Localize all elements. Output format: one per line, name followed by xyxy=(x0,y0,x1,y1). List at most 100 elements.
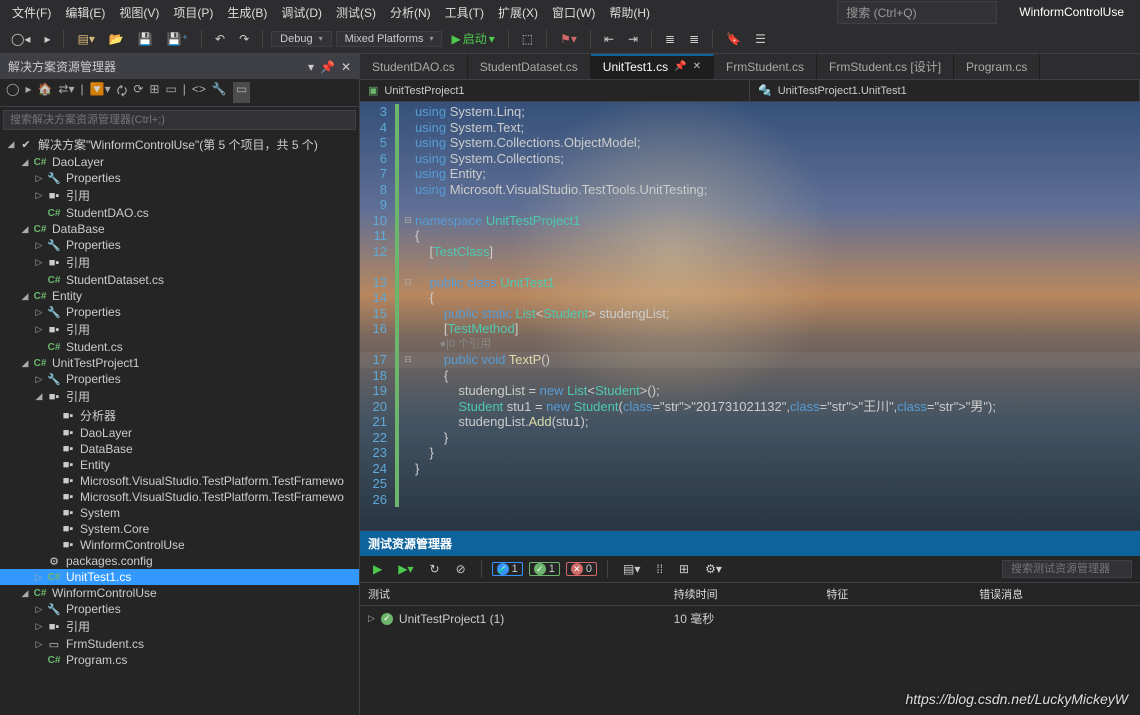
code-line[interactable]: 8using Microsoft.VisualStudio.TestTools.… xyxy=(360,182,1140,198)
tree-node[interactable]: ■▪Microsoft.VisualStudio.TestPlatform.Te… xyxy=(0,489,359,505)
tree-node[interactable]: ◢C#UnitTestProject1 xyxy=(0,355,359,371)
tree-node[interactable]: ⚙packages.config xyxy=(0,553,359,569)
code-line[interactable]: 9 xyxy=(360,197,1140,213)
fwd-icon[interactable]: ▸ xyxy=(25,82,31,103)
collapse-icon[interactable]: ⊞ xyxy=(149,82,159,103)
failed-tests-badge[interactable]: ✕0 xyxy=(566,562,597,576)
editor-tab[interactable]: StudentDAO.cs xyxy=(360,54,468,79)
code-line[interactable]: 12 [TestClass] xyxy=(360,244,1140,260)
tree-node[interactable]: ■▪Microsoft.VisualStudio.TestPlatform.Te… xyxy=(0,473,359,489)
tree-node[interactable]: ▷■▪引用 xyxy=(0,617,359,636)
repeat-tests-button[interactable]: ↻ xyxy=(425,560,445,578)
switch-view-icon[interactable]: ⇄▾ xyxy=(58,82,74,103)
solution-search-input[interactable] xyxy=(3,110,356,130)
close-tab-icon[interactable]: ✕ xyxy=(693,61,701,72)
code-line[interactable]: 7using Entity; xyxy=(360,166,1140,182)
sync-icon[interactable]: 🗘 xyxy=(117,82,128,103)
tree-node[interactable]: ■▪System xyxy=(0,505,359,521)
code-line[interactable]: 17⊟ public void TextP() xyxy=(360,352,1140,368)
panel-dropdown-icon[interactable]: ▾ xyxy=(308,60,314,74)
test-result-row[interactable]: ▷✓UnitTestProject1 (1) 10 毫秒 xyxy=(360,606,1140,631)
toolbar-indent-icon[interactable]: ⇥ xyxy=(623,30,643,48)
tree-node[interactable]: ◢■▪引用 xyxy=(0,387,359,406)
code-line[interactable]: 14 { xyxy=(360,290,1140,306)
tree-node[interactable]: ■▪DataBase xyxy=(0,441,359,457)
cancel-tests-button[interactable]: ⊘ xyxy=(451,560,471,578)
test-columns-icon[interactable]: ⊞ xyxy=(674,560,694,578)
tree-node[interactable]: C#Program.cs xyxy=(0,652,359,668)
panel-pin-icon[interactable]: 📌 xyxy=(320,60,335,74)
tree-node[interactable]: ◢C#Entity xyxy=(0,288,359,304)
menu-item[interactable]: 窗口(W) xyxy=(546,2,601,23)
code-line[interactable]: 24} xyxy=(360,461,1140,477)
start-debug-button[interactable]: ▶ 启动 ▾ xyxy=(446,28,499,49)
code-line[interactable]: 11{ xyxy=(360,228,1140,244)
tree-node[interactable]: ■▪System.Core xyxy=(0,521,359,537)
tree-node[interactable]: ▷🔧Properties xyxy=(0,371,359,387)
code-line[interactable]: 6using System.Collections; xyxy=(360,151,1140,167)
code-line[interactable]: 4using System.Text; xyxy=(360,120,1140,136)
test-group-icon[interactable]: ⁞⁞ xyxy=(651,560,668,578)
code-line[interactable]: 21 studengList.Add(stu1); xyxy=(360,414,1140,430)
nav-fwd-button[interactable]: ▸ xyxy=(39,30,55,48)
tree-node[interactable]: C#StudentDAO.cs xyxy=(0,205,359,221)
code-line[interactable]: ●|0 个引用 xyxy=(360,337,1140,353)
tree-node[interactable]: C#Student.cs xyxy=(0,339,359,355)
tree-node[interactable]: ▷■▪引用 xyxy=(0,320,359,339)
test-search-input[interactable] xyxy=(1002,560,1132,578)
tree-node[interactable]: ■▪分析器 xyxy=(0,406,359,425)
menu-item[interactable]: 文件(F) xyxy=(6,2,57,23)
code-line[interactable]: 19 studengList = new List<Student>(); xyxy=(360,383,1140,399)
menu-item[interactable]: 扩展(X) xyxy=(492,2,544,23)
toolbar-bookmark-icon[interactable]: 🔖 xyxy=(721,30,746,48)
test-settings-icon[interactable]: ⚙▾ xyxy=(700,560,727,578)
run-all-tests-button[interactable]: ▶ xyxy=(368,560,387,578)
quick-search-box[interactable]: 搜索 (Ctrl+Q) xyxy=(837,1,997,24)
tree-node[interactable]: ▷🔧Properties xyxy=(0,601,359,617)
solution-root[interactable]: ◢✔ 解决方案"WinformControlUse"(第 5 个项目，共 5 个… xyxy=(0,135,359,154)
config-dropdown[interactable]: Debug xyxy=(271,31,331,47)
menu-item[interactable]: 调试(D) xyxy=(275,2,328,23)
tree-node[interactable]: ◢C#WinformControlUse xyxy=(0,585,359,601)
nav-scope-right[interactable]: 🔩 UnitTestProject1.UnitTest1 xyxy=(750,80,1140,101)
code-line[interactable]: 16 [TestMethod] xyxy=(360,321,1140,337)
tree-node[interactable]: C#StudentDataset.cs xyxy=(0,272,359,288)
menu-item[interactable]: 测试(S) xyxy=(330,2,382,23)
tree-node[interactable]: ■▪Entity xyxy=(0,457,359,473)
toolbar-uncomment-icon[interactable]: ≣ xyxy=(684,30,704,48)
code-line[interactable]: 10⊟namespace UnitTestProject1 xyxy=(360,213,1140,229)
save-all-button[interactable]: 💾⁺ xyxy=(162,30,193,48)
save-button[interactable]: 💾 xyxy=(133,30,158,48)
panel-close-icon[interactable]: ✕ xyxy=(341,60,351,74)
home-icon[interactable]: 🏠 xyxy=(37,82,52,103)
back-icon[interactable]: ◯ xyxy=(6,82,19,103)
preview-icon[interactable]: ▭ xyxy=(233,82,250,103)
toolbar-outdent-icon[interactable]: ⇤ xyxy=(599,30,619,48)
editor-tab[interactable]: FrmStudent.cs [设计] xyxy=(817,54,954,79)
menu-item[interactable]: 帮助(H) xyxy=(603,2,656,23)
filter-icon[interactable]: 🔽▾ xyxy=(90,82,111,103)
menu-item[interactable]: 工具(T) xyxy=(439,2,490,23)
toolbar-comment-icon[interactable]: ≣ xyxy=(660,30,680,48)
properties-icon[interactable]: <> xyxy=(192,82,206,103)
toolbar-icon[interactable]: ⬚ xyxy=(517,30,538,48)
code-line[interactable]: 3using System.Linq; xyxy=(360,104,1140,120)
tree-node[interactable]: ▷■▪引用 xyxy=(0,186,359,205)
expand-icon[interactable]: ▷ xyxy=(368,613,375,624)
solution-tree[interactable]: ◢✔ 解决方案"WinformControlUse"(第 5 个项目，共 5 个… xyxy=(0,133,359,715)
menu-item[interactable]: 分析(N) xyxy=(384,2,437,23)
passed-tests-badge[interactable]: ✓1 xyxy=(529,562,560,576)
tree-node[interactable]: ▷■▪引用 xyxy=(0,253,359,272)
code-line[interactable]: 25 xyxy=(360,476,1140,492)
undo-button[interactable]: ↶ xyxy=(210,30,230,48)
code-line[interactable]: 5using System.Collections.ObjectModel; xyxy=(360,135,1140,151)
code-line[interactable]: 15 public static List<Student> studengLi… xyxy=(360,306,1140,322)
run-tests-button[interactable]: ▶▾ xyxy=(393,560,418,578)
menu-item[interactable]: 编辑(E) xyxy=(59,2,111,23)
tree-node[interactable]: ▷▭FrmStudent.cs xyxy=(0,636,359,652)
code-line[interactable]: 18 { xyxy=(360,368,1140,384)
open-file-button[interactable]: 📂 xyxy=(104,30,129,48)
menu-item[interactable]: 生成(B) xyxy=(221,2,273,23)
code-line[interactable]: 22 } xyxy=(360,430,1140,446)
tree-node[interactable]: ◢C#DaoLayer xyxy=(0,154,359,170)
